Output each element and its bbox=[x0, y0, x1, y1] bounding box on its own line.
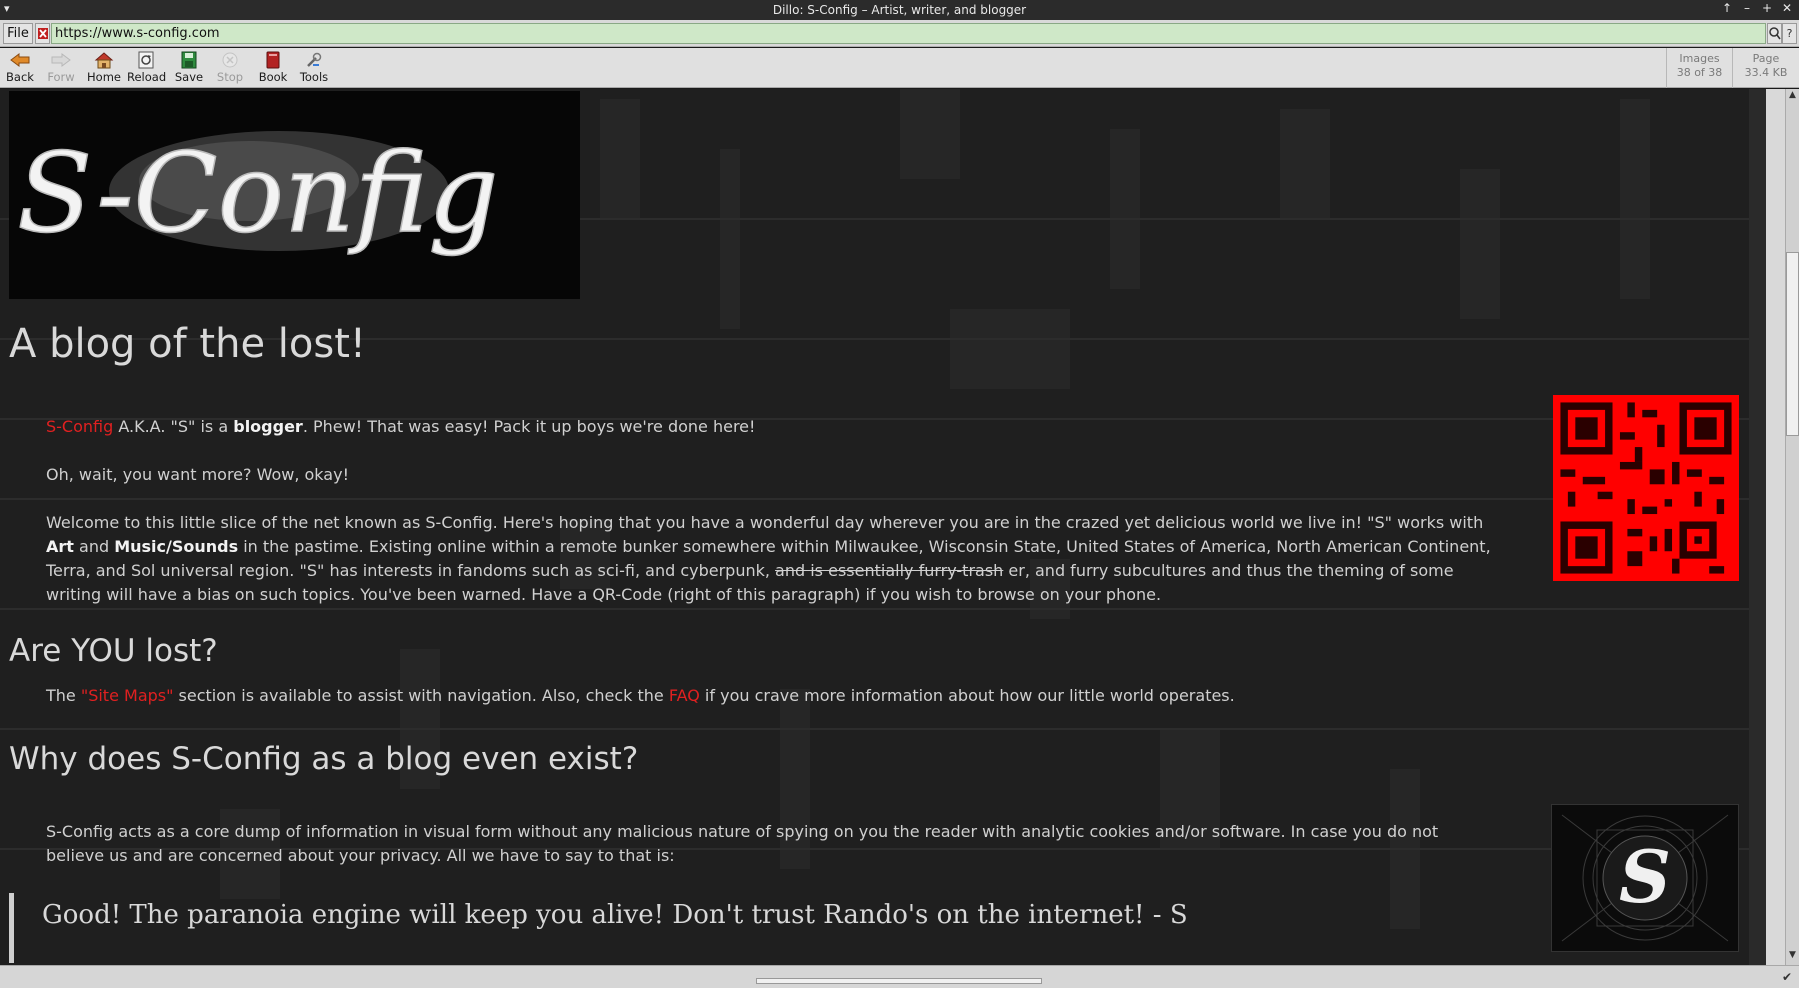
page-title: A blog of the lost! bbox=[9, 321, 366, 367]
back-arrow-icon bbox=[10, 53, 30, 67]
save-button[interactable]: Save bbox=[172, 50, 206, 86]
search-icon bbox=[1769, 27, 1781, 40]
toolbar: Back Forw Home Reload Save Stop Book Too… bbox=[0, 48, 1799, 88]
save-label: Save bbox=[174, 70, 204, 84]
stop-label: Stop bbox=[216, 70, 244, 84]
reload-label: Reload bbox=[127, 70, 167, 84]
qr-code-image[interactable] bbox=[1553, 395, 1739, 581]
help-button[interactable]: ? bbox=[1782, 23, 1797, 44]
scroll-down-icon[interactable]: ▼ bbox=[1786, 950, 1799, 963]
stop-icon bbox=[222, 52, 238, 68]
content-right-margin bbox=[1749, 89, 1766, 965]
status-check-icon: ✔ bbox=[1782, 970, 1793, 984]
back-label: Back bbox=[6, 70, 34, 84]
save-icon bbox=[181, 51, 197, 69]
emblem-letter: S bbox=[1619, 834, 1671, 919]
nav-text-1: The bbox=[46, 686, 81, 705]
more-paragraph: Oh, wait, you want more? Wow, okay! bbox=[46, 465, 349, 484]
page-progress-value: 33.4 KB bbox=[1744, 66, 1788, 79]
page-progress: Page 33.4 KB bbox=[1732, 48, 1799, 88]
welcome-bold-music: Music/Sounds bbox=[114, 537, 239, 556]
forward-arrow-icon bbox=[51, 53, 71, 67]
bookmarks-button[interactable]: Book bbox=[258, 50, 288, 86]
images-progress-value: 38 of 38 bbox=[1676, 66, 1723, 79]
raise-window-button[interactable]: ↑ bbox=[1719, 1, 1735, 19]
heading-why-exist: Why does S-Config as a blog even exist? bbox=[9, 741, 639, 777]
intro-bold-blogger: blogger bbox=[233, 417, 303, 436]
tools-icon bbox=[307, 52, 322, 67]
welcome-text-2: and bbox=[73, 537, 115, 556]
heading-are-you-lost: Are YOU lost? bbox=[9, 633, 218, 669]
s-emblem-image[interactable]: S bbox=[1551, 804, 1739, 952]
browser-window: ▾ Dillo: S-Config – Artist, writer, and … bbox=[0, 0, 1799, 988]
nav-text-2: section is available to assist with navi… bbox=[173, 686, 669, 705]
home-icon bbox=[94, 52, 114, 69]
s-emblem-icon: S bbox=[1552, 805, 1738, 951]
home-button[interactable]: Home bbox=[86, 50, 122, 86]
vertical-scrollbar[interactable] bbox=[1785, 89, 1799, 965]
horizontal-scrollbar-thumb[interactable] bbox=[756, 978, 1042, 984]
images-progress-label: Images bbox=[1679, 52, 1720, 65]
home-label: Home bbox=[87, 70, 121, 84]
maximize-button[interactable]: + bbox=[1759, 1, 1775, 19]
vertical-scrollbar-thumb[interactable] bbox=[1786, 252, 1799, 436]
clear-icon bbox=[38, 28, 48, 39]
site-logo[interactable]: S-Config bbox=[9, 91, 580, 299]
intro-text-2: . Phew! That was easy! Pack it up boys w… bbox=[302, 417, 756, 436]
location-bar: File ? bbox=[0, 20, 1799, 47]
clear-url-button[interactable] bbox=[35, 23, 50, 44]
tools-label: Tools bbox=[299, 70, 329, 84]
reload-button[interactable]: Reload bbox=[127, 50, 167, 86]
search-button[interactable] bbox=[1767, 23, 1782, 44]
intro-text-1: A.K.A. "S" is a bbox=[113, 417, 234, 436]
blockquote-text: Good! The paranoia engine will keep you … bbox=[42, 900, 1188, 930]
page-content: S-Config A blog of the lost! S-Config A.… bbox=[0, 89, 1749, 965]
back-button[interactable]: Back bbox=[6, 50, 34, 86]
site-maps-link[interactable]: "Site Maps" bbox=[81, 686, 174, 705]
title-bar: ▾ Dillo: S-Config – Artist, writer, and … bbox=[0, 0, 1799, 20]
url-input[interactable] bbox=[51, 23, 1766, 44]
scroll-up-icon[interactable]: ▲ bbox=[1786, 90, 1799, 103]
tools-button[interactable]: Tools bbox=[297, 50, 331, 86]
intro-paragraph: S-Config A.K.A. "S" is a blogger. Phew! … bbox=[46, 415, 1506, 439]
welcome-text-1: Welcome to this little slice of the net … bbox=[46, 513, 1484, 532]
page-viewport[interactable]: S-Config A blog of the lost! S-Config A.… bbox=[0, 89, 1749, 965]
horizontal-scrollbar[interactable]: ✔ bbox=[0, 965, 1799, 988]
forward-label: Forw bbox=[47, 70, 75, 84]
window-title: Dillo: S-Config – Artist, writer, and bl… bbox=[772, 3, 1027, 17]
s-config-link[interactable]: S-Config bbox=[46, 417, 113, 436]
images-progress: Images 38 of 38 bbox=[1666, 48, 1732, 88]
welcome-bold-art: Art bbox=[46, 537, 74, 556]
bookmark-icon bbox=[266, 51, 280, 69]
faq-link[interactable]: FAQ bbox=[669, 686, 700, 705]
logo-image: S-Config bbox=[9, 91, 580, 299]
privacy-paragraph: S-Config acts as a core dump of informat… bbox=[46, 822, 1439, 865]
nav-text-3: if you crave more information about how … bbox=[699, 686, 1235, 705]
welcome-strikethrough: and is essentially furry-trash bbox=[775, 561, 1004, 580]
navigation-paragraph: The "Site Maps" section is available to … bbox=[46, 684, 1506, 708]
file-menu-button[interactable]: File bbox=[3, 23, 33, 44]
welcome-paragraph: Welcome to this little slice of the net … bbox=[46, 511, 1506, 607]
stop-button[interactable]: Stop bbox=[215, 50, 245, 86]
forward-button[interactable]: Forw bbox=[46, 50, 76, 86]
page-progress-label: Page bbox=[1752, 52, 1780, 65]
close-window-button[interactable]: ✕ bbox=[1779, 1, 1795, 19]
minimize-button[interactable]: – bbox=[1739, 1, 1755, 19]
qr-code-icon bbox=[1553, 395, 1739, 581]
bookmarks-label: Book bbox=[258, 70, 288, 84]
logo-text: S-Config bbox=[17, 129, 499, 257]
reload-icon bbox=[138, 51, 154, 69]
